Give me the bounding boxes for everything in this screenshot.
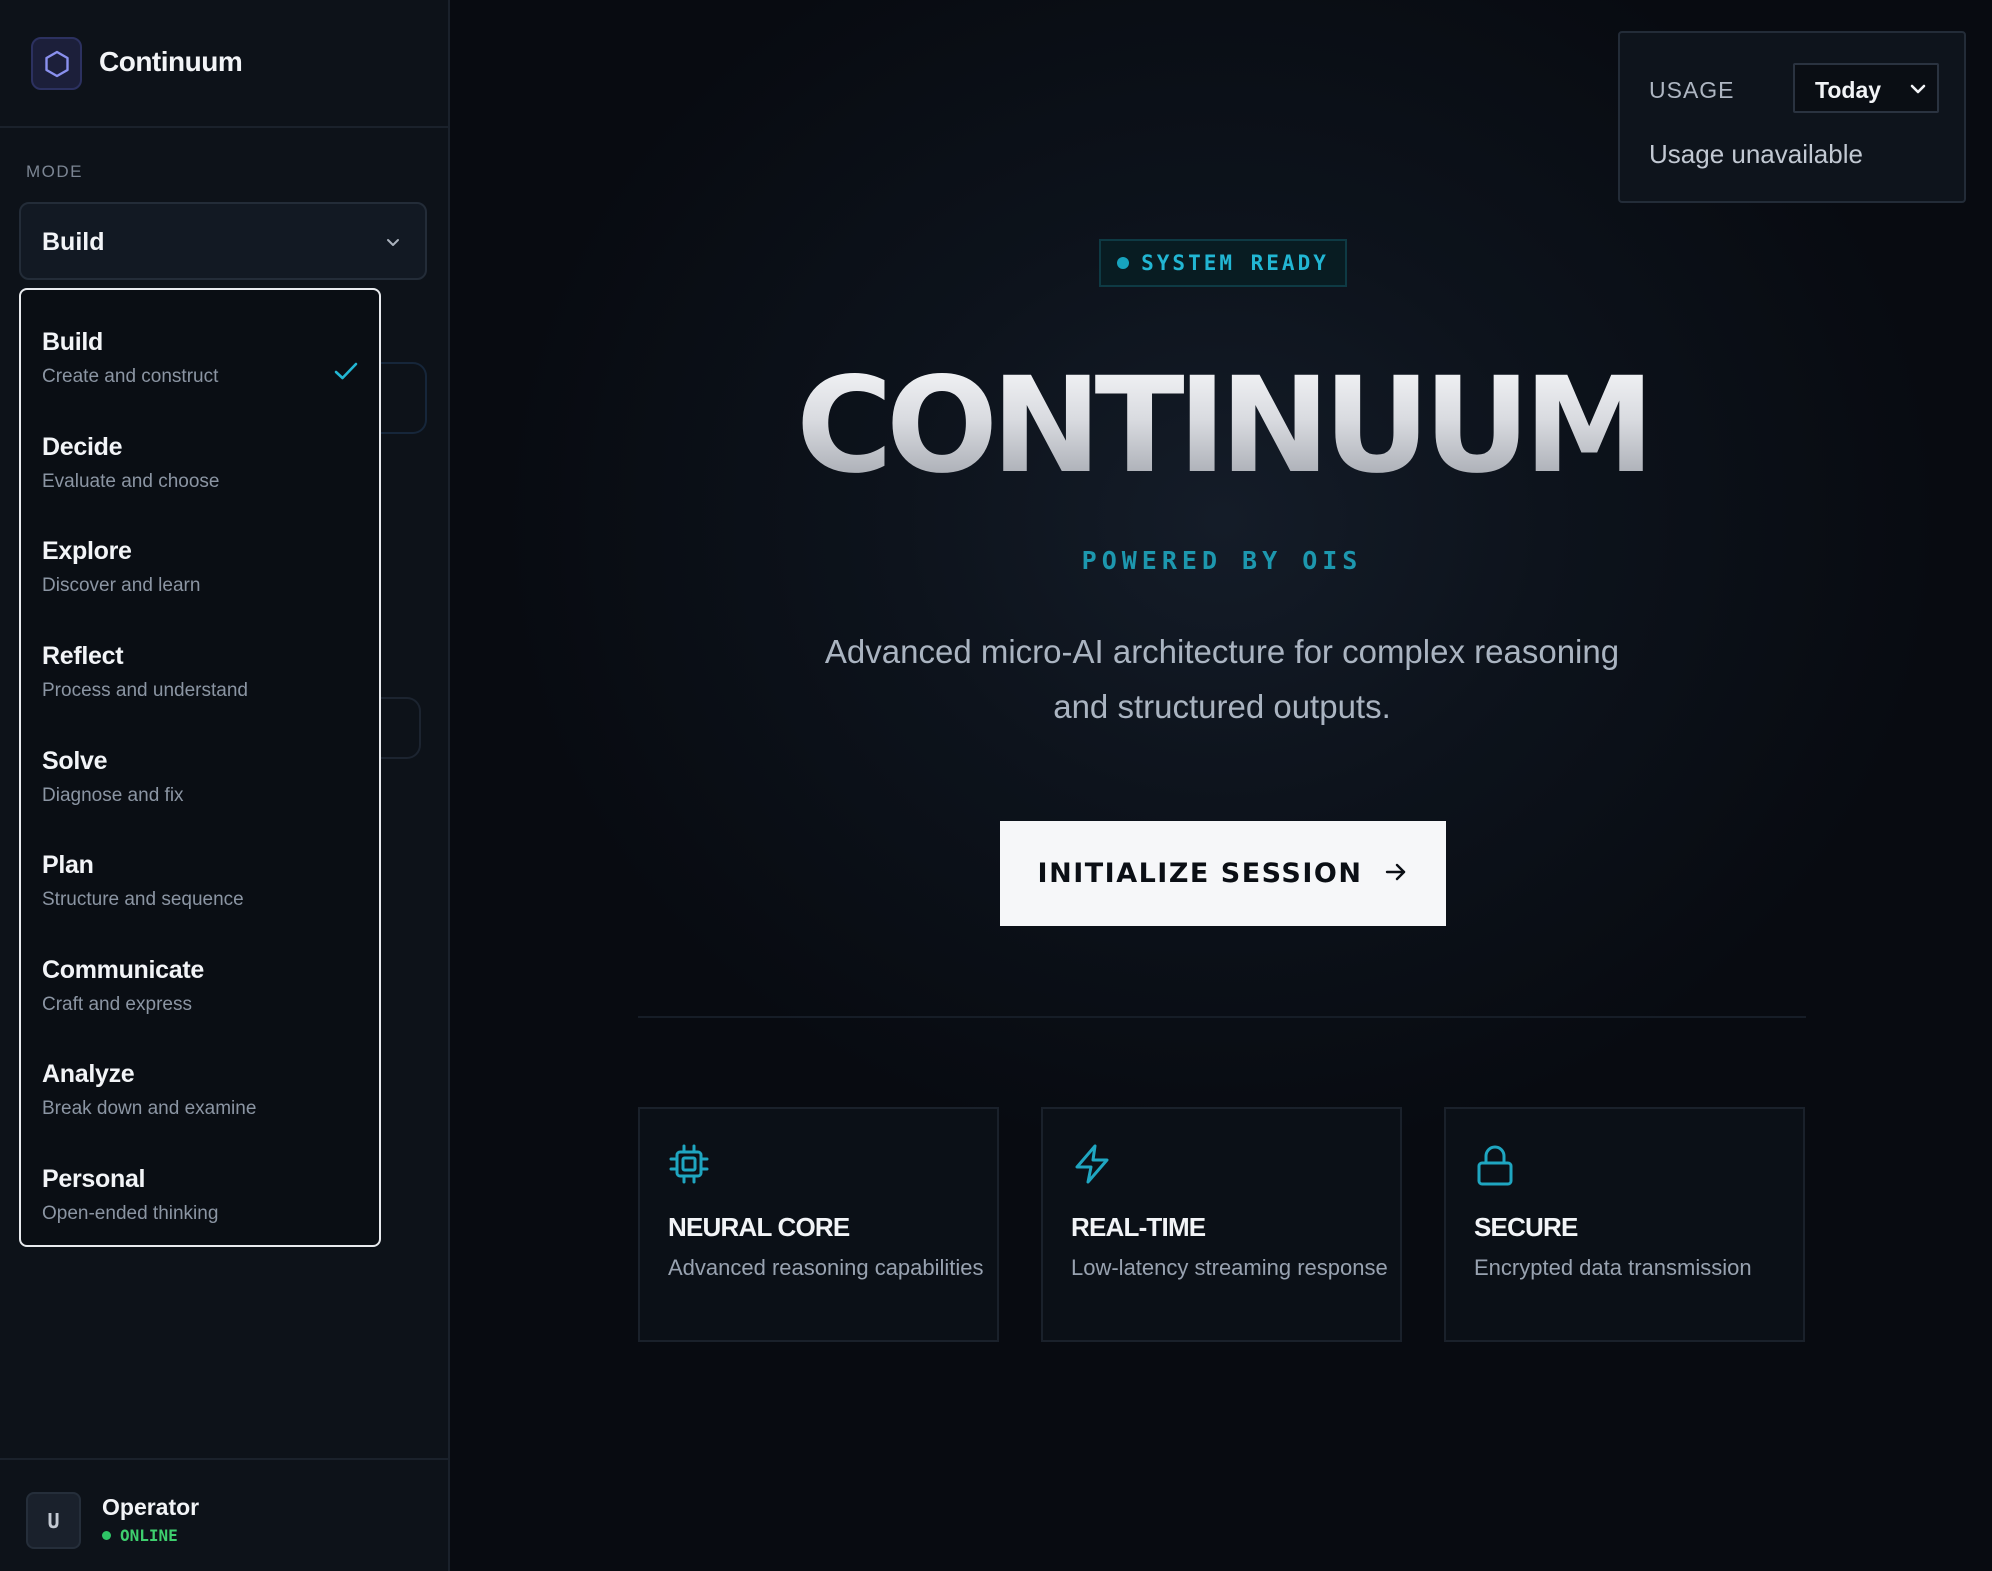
hero-description: Advanced micro-AI architecture for compl… (824, 633, 1620, 725)
checkmark-icon (333, 360, 359, 387)
status-dot-icon (102, 1531, 111, 1540)
brand-header: Continuum (0, 0, 448, 128)
feature-card-neural-core: NEURAL CORE Advanced reasoning capabilit… (638, 1107, 999, 1342)
divider (638, 1016, 1806, 1018)
initialize-session-button[interactable]: INITIALIZE SESSION (1000, 821, 1446, 926)
hexagon-logo-icon (31, 37, 82, 90)
user-profile[interactable]: U Operator ONLINE (0, 1458, 448, 1571)
feature-title: SECURE (1474, 1212, 1578, 1242)
mode-option-desc: Craft and express (42, 994, 192, 1015)
mode-option-build[interactable]: Build Create and construct (21, 312, 379, 412)
mode-option-communicate[interactable]: Communicate Craft and express (21, 940, 379, 1040)
mode-option-reflect[interactable]: Reflect Process and understand (21, 626, 379, 726)
mode-option-name: Plan (42, 851, 94, 879)
main-content: USAGE Today Usage unavailable SYSTEM REA… (452, 0, 1992, 1571)
mode-option-explore[interactable]: Explore Discover and learn (21, 521, 379, 621)
mode-option-name: Build (42, 328, 103, 356)
usage-period-value: Today (1815, 77, 1882, 103)
mode-option-name: Reflect (42, 642, 124, 670)
mode-option-analyze[interactable]: Analyze Break down and examine (21, 1044, 379, 1144)
powered-by: POWERED BY OIS (1081, 546, 1363, 575)
arrow-right-icon (1384, 861, 1408, 886)
user-status: ONLINE (102, 1526, 178, 1545)
mode-option-name: Analyze (42, 1060, 135, 1088)
usage-period-select[interactable]: Today (1793, 63, 1939, 113)
avatar: U (26, 1492, 81, 1549)
user-status-text: ONLINE (120, 1526, 178, 1545)
status-dot-icon (1117, 257, 1130, 269)
mode-select[interactable]: Build (19, 202, 427, 280)
user-name: Operator (102, 1494, 200, 1520)
brand-name: Continuum (99, 46, 243, 77)
feature-card-real-time: REAL-TIME Low-latency streaming response (1041, 1107, 1402, 1342)
mode-option-desc: Structure and sequence (42, 889, 244, 910)
mode-select-value: Build (42, 228, 105, 256)
usage-label: USAGE (1649, 77, 1735, 103)
feature-title: REAL-TIME (1071, 1212, 1206, 1242)
mode-option-plan[interactable]: Plan Structure and sequence (21, 835, 379, 935)
feature-desc: Advanced reasoning capabilities (668, 1255, 984, 1280)
chevron-down-icon (1909, 80, 1927, 103)
cpu-chip-icon (668, 1143, 710, 1190)
mode-option-desc: Discover and learn (42, 575, 201, 596)
feature-title: NEURAL CORE (668, 1212, 850, 1242)
feature-desc: Low-latency streaming response (1071, 1255, 1388, 1280)
usage-message: Usage unavailable (1649, 139, 1863, 169)
mode-option-desc: Break down and examine (42, 1098, 257, 1119)
mode-option-name: Communicate (42, 956, 205, 984)
hero-title: CONTINUUM (452, 360, 1992, 492)
mode-option-desc: Evaluate and choose (42, 471, 220, 492)
mode-option-solve[interactable]: Solve Diagnose and fix (21, 731, 379, 831)
mode-label: MODE (26, 162, 83, 181)
mode-option-personal[interactable]: Personal Open-ended thinking (21, 1149, 379, 1249)
sidebar: Continuum MODE Build Build Create and co… (0, 0, 450, 1571)
chevron-down-icon (383, 232, 403, 257)
cta-label: INITIALIZE SESSION (1037, 858, 1363, 889)
mode-option-name: Explore (42, 537, 132, 565)
usage-panel: USAGE Today Usage unavailable (1618, 31, 1966, 203)
mode-dropdown-menu: Build Create and construct Decide Evalua… (19, 288, 381, 1247)
mode-option-desc: Create and construct (42, 366, 219, 387)
mode-option-desc: Process and understand (42, 680, 248, 701)
mode-option-name: Personal (42, 1165, 146, 1193)
status-badge: SYSTEM READY (1099, 239, 1347, 287)
lock-icon (1474, 1143, 1516, 1192)
mode-option-desc: Diagnose and fix (42, 785, 184, 806)
mode-option-desc: Open-ended thinking (42, 1203, 219, 1224)
lightning-bolt-icon (1071, 1143, 1113, 1190)
feature-card-secure: SECURE Encrypted data transmission (1444, 1107, 1805, 1342)
mode-option-name: Solve (42, 747, 108, 775)
mode-option-name: Decide (42, 433, 123, 461)
feature-desc: Encrypted data transmission (1474, 1255, 1752, 1280)
status-badge-text: SYSTEM READY (1141, 251, 1329, 275)
mode-option-decide[interactable]: Decide Evaluate and choose (21, 417, 379, 517)
